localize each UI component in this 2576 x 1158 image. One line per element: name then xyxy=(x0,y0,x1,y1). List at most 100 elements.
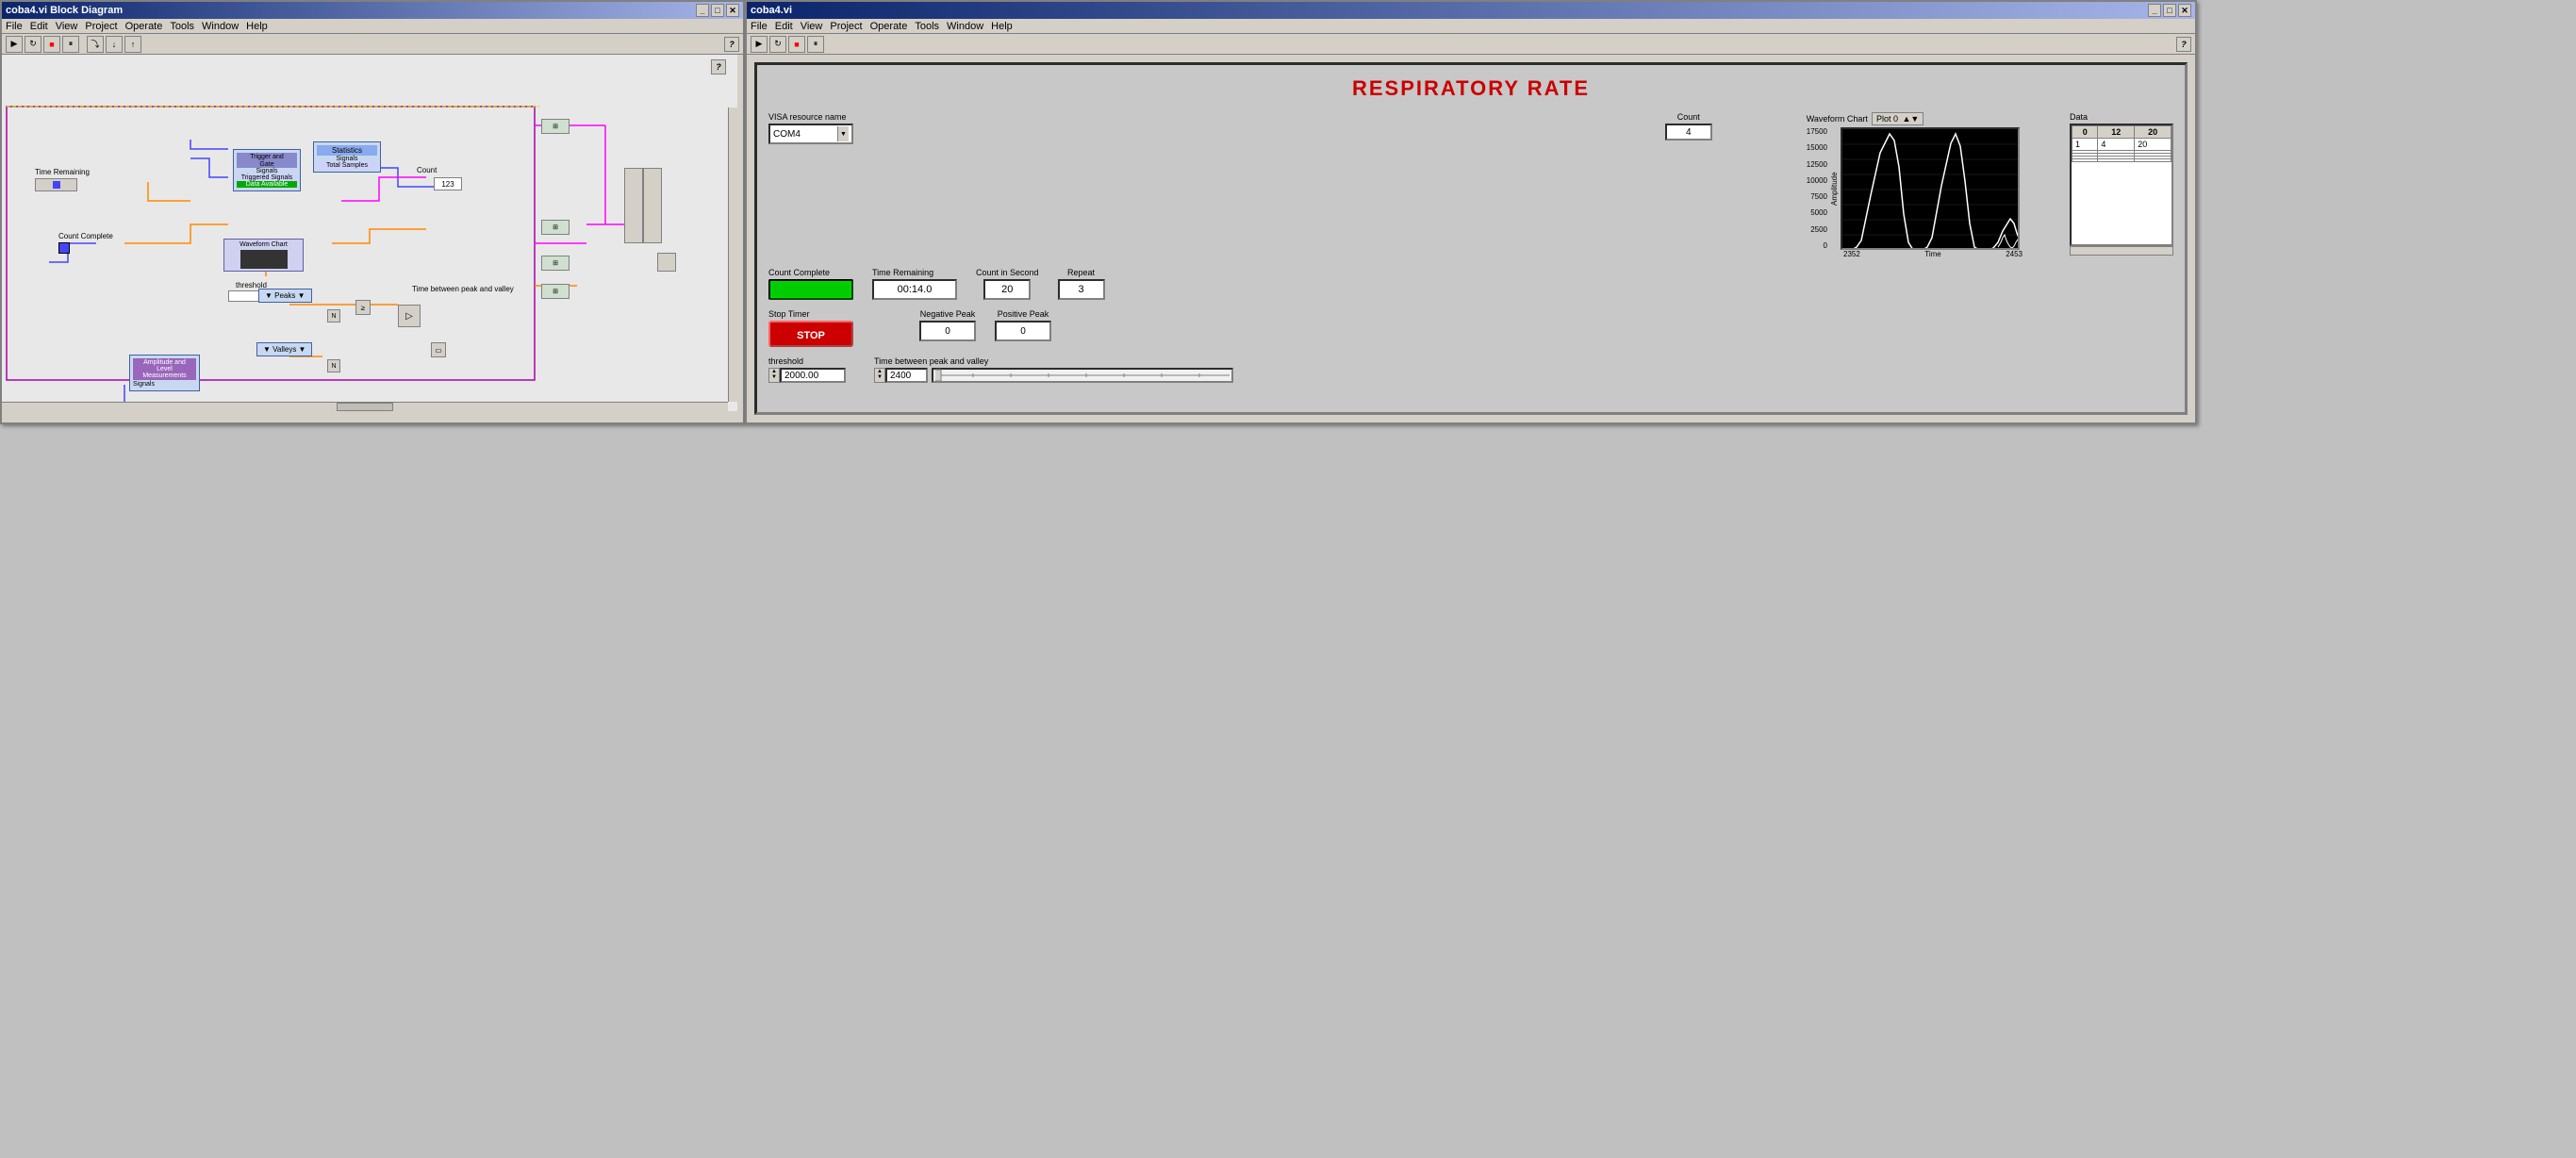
visa-dropdown-arrow[interactable]: ▼ xyxy=(837,126,849,141)
close-button[interactable]: ✕ xyxy=(726,4,739,17)
vi-pause-button[interactable]: ⏸ xyxy=(807,36,824,53)
time-between-slider[interactable] xyxy=(932,368,1233,383)
valleys-block: ▼ Valleys ▼ xyxy=(256,342,312,356)
vi-help-icon[interactable]: ? xyxy=(2176,37,2191,52)
vi-menu-tools[interactable]: Tools xyxy=(915,21,939,32)
count-in-second-label: Count in Second xyxy=(976,268,1039,277)
compare-op-1: ≥ xyxy=(355,300,371,315)
step-out-button[interactable]: ↑ xyxy=(124,36,141,53)
h-scrollbar[interactable] xyxy=(2,402,728,411)
vi-menu-help[interactable]: Help xyxy=(991,21,1013,32)
positive-peak-value[interactable]: 0 xyxy=(995,321,1051,341)
maximize-button[interactable]: □ xyxy=(711,4,724,17)
vi-menu-window[interactable]: Window xyxy=(947,21,983,32)
chart-row: Amplitude xyxy=(1830,127,2023,250)
count-value[interactable]: 4 xyxy=(1665,124,1712,141)
statistics-node: Statistics Signals Total Samples xyxy=(313,141,381,173)
main-title-container: RESPIRATORY RATE xyxy=(768,76,2173,101)
controls-row-2: Count Complete Time Remaining 00:14.0 Co… xyxy=(768,268,2173,300)
time-remaining-display xyxy=(35,178,77,191)
negative-peak-value[interactable]: 0 xyxy=(919,321,976,341)
menu-view[interactable]: View xyxy=(56,21,78,32)
time-between-spinbox[interactable]: ▲ ▼ xyxy=(874,368,885,383)
stop-button[interactable]: STOP xyxy=(768,321,853,347)
vi-maximize-button[interactable]: □ xyxy=(2163,4,2176,17)
vi-toolbar: ▶ ↻ ■ ⏸ ? xyxy=(747,34,2195,55)
time-between-value[interactable]: 2400 xyxy=(885,368,928,383)
waveform-chart-header: Waveform Chart Plot 0 ▲▼ xyxy=(1807,112,2023,125)
stop-timer-control: Stop Timer STOP xyxy=(768,309,853,347)
menu-project[interactable]: Project xyxy=(85,21,117,32)
trigger-gate-node: Trigger and Gate Signals Triggered Signa… xyxy=(233,149,301,191)
waveform-chart-block: Waveform Chart xyxy=(223,239,304,272)
abort-button[interactable]: ■ xyxy=(43,36,60,53)
vi-menu-view[interactable]: View xyxy=(801,21,823,32)
vi-menu-project[interactable]: Project xyxy=(830,21,862,32)
vi-menu-operate[interactable]: Operate xyxy=(870,21,908,32)
vi-menu-file[interactable]: File xyxy=(751,21,768,32)
data-table-scrollbar[interactable] xyxy=(2070,246,2173,256)
visa-resource-label: VISA resource name xyxy=(768,112,853,122)
menu-window[interactable]: Window xyxy=(202,21,239,32)
menu-tools[interactable]: Tools xyxy=(170,21,194,32)
visa-resource-input[interactable]: COM4 ▼ xyxy=(768,124,853,144)
negative-peak-label: Negative Peak xyxy=(920,309,976,319)
table-row-4 xyxy=(2072,159,2171,162)
count-complete-control: Count Complete xyxy=(768,268,853,300)
threshold-value[interactable]: 2000.00 xyxy=(780,368,846,383)
data-table[interactable]: 0 12 20 1 4 20 xyxy=(2070,124,2173,246)
vi-close-button[interactable]: ✕ xyxy=(2178,4,2191,17)
run-button[interactable]: ▶ xyxy=(6,36,23,53)
threshold-spinbox[interactable]: ▲ ▼ xyxy=(768,368,780,383)
vi-run-continuously-button[interactable]: ↻ xyxy=(769,36,786,53)
block-diagram-title: coba4.vi Block Diagram xyxy=(6,5,123,16)
time-between-label-diagram: Time between peak and valley xyxy=(412,285,514,293)
count-complete-led xyxy=(768,279,853,300)
pause-button[interactable]: ⏸ xyxy=(62,36,79,53)
small-connector-2: N xyxy=(327,359,340,372)
help-icon[interactable]: ? xyxy=(724,37,739,52)
vi-minimize-button[interactable]: _ xyxy=(2148,4,2161,17)
repeat-label: Repeat xyxy=(1067,268,1095,277)
vi-title-buttons: _ □ ✕ xyxy=(2148,4,2191,17)
time-remaining-panel-value[interactable]: 00:14.0 xyxy=(872,279,957,300)
block-diagram-toolbar: ▶ ↻ ■ ⏸ ⤵ ↓ ↑ ? xyxy=(2,34,743,55)
step-over-button[interactable]: ⤵ xyxy=(87,36,104,53)
vi-menu-bar: File Edit View Project Operate Tools Win… xyxy=(747,19,2195,34)
front-panel: RESPIRATORY RATE VISA resource name COM4… xyxy=(747,55,2195,422)
h-scrollbar-thumb[interactable] xyxy=(337,403,393,411)
threshold-input-row: ▲ ▼ 2000.00 xyxy=(768,368,846,383)
triangle-op: ▷ xyxy=(398,305,421,327)
count-complete-panel-label: Count Complete xyxy=(768,268,853,277)
count-label: Count xyxy=(417,166,437,174)
count-label-panel: Count xyxy=(1677,112,1700,122)
count-in-second-value[interactable]: 20 xyxy=(983,279,1031,300)
menu-file[interactable]: File xyxy=(6,21,23,32)
chart-and-x-axis: Amplitude xyxy=(1830,127,2023,258)
amplitude-block: Amplitude and Level Measurements Signals xyxy=(129,355,200,391)
menu-operate[interactable]: Operate xyxy=(125,21,163,32)
run-continuously-button[interactable]: ↻ xyxy=(25,36,41,53)
step-into-button[interactable]: ↓ xyxy=(106,36,123,53)
far-right-block-1 xyxy=(624,168,643,243)
repeat-value[interactable]: 3 xyxy=(1058,279,1105,300)
vi-run-button[interactable]: ▶ xyxy=(751,36,768,53)
diagram-help-icon[interactable]: ? xyxy=(711,59,726,74)
controls-row-4: threshold ▲ ▼ 2000.00 Time between peak … xyxy=(768,356,2173,383)
menu-edit[interactable]: Edit xyxy=(30,21,48,32)
time-remaining-control: Time Remaining 00:14.0 xyxy=(872,268,957,300)
threshold-control: threshold ▲ ▼ 2000.00 xyxy=(768,356,846,383)
minimize-button[interactable]: _ xyxy=(696,4,709,17)
data-table-element: 0 12 20 1 4 20 xyxy=(2072,125,2171,162)
right-block-1: ⊞ xyxy=(541,119,570,134)
table-row-0: 1 4 20 xyxy=(2072,139,2171,151)
vi-menu-edit[interactable]: Edit xyxy=(775,21,793,32)
menu-help[interactable]: Help xyxy=(246,21,268,32)
positive-peak-label: Positive Peak xyxy=(998,309,1049,319)
waveform-chart-control: Waveform Chart Plot 0 ▲▼ 17500 15000 125… xyxy=(1807,112,2023,258)
positive-peak-control: Positive Peak 0 xyxy=(995,309,1051,341)
small-connector-1: N xyxy=(327,309,340,323)
v-scrollbar[interactable] xyxy=(728,108,737,402)
count-complete-label: Count Complete xyxy=(58,232,113,254)
vi-abort-button[interactable]: ■ xyxy=(788,36,805,53)
